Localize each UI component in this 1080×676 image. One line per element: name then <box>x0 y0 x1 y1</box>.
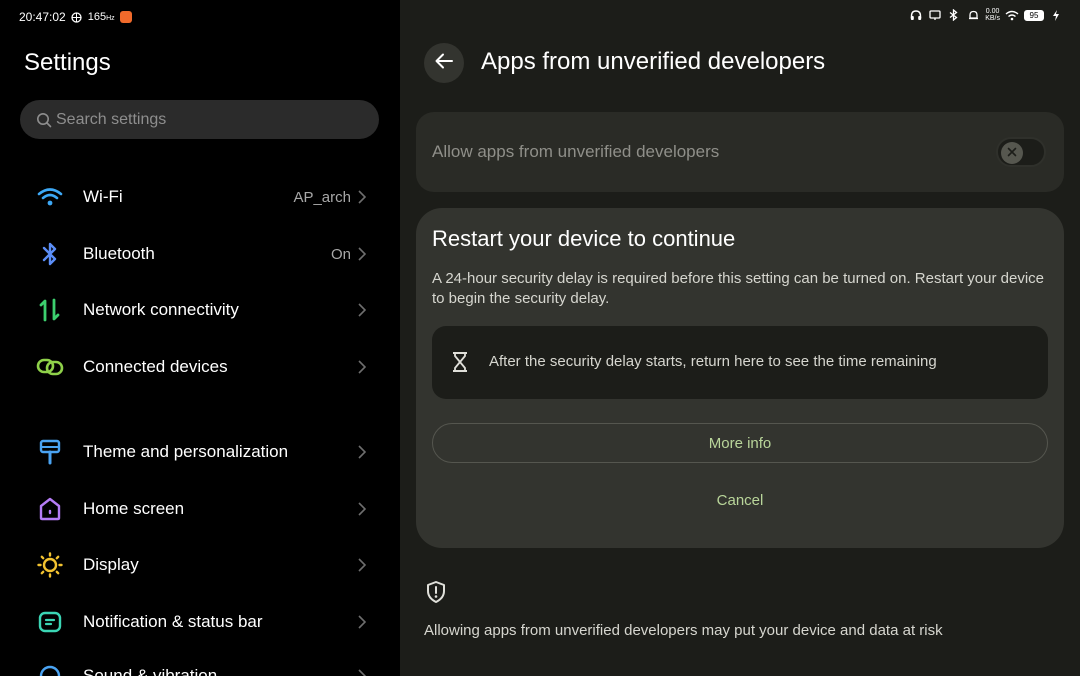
search-icon <box>36 112 52 128</box>
chevron-right-icon <box>358 360 368 374</box>
more-info-button[interactable]: More info <box>432 423 1048 463</box>
toggle-label: Allow apps from unverified developers <box>432 142 720 161</box>
sidebar-item-theme[interactable]: Theme and personalization <box>0 428 400 476</box>
sidebar-item-label: Bluetooth <box>83 244 155 263</box>
sidebar-item-label: Sound & vibration <box>83 666 218 676</box>
network-speed: 0.00 KB/s <box>985 8 1000 22</box>
risk-warning-text: Allowing apps from unverified developers… <box>424 622 943 639</box>
battery-indicator: 95 <box>1024 9 1044 21</box>
wifi-status-icon <box>1005 8 1019 22</box>
chevron-right-icon <box>358 247 368 261</box>
restart-dialog: Restart your device to continue A 24-hou… <box>416 208 1064 548</box>
hourglass-icon <box>450 351 470 373</box>
chevron-right-icon <box>358 558 368 572</box>
allow-unverified-setting[interactable]: Allow apps from unverified developers <box>416 112 1064 192</box>
clock: 20:47:02 <box>19 10 66 24</box>
sidebar-item-label: Wi-Fi <box>83 187 123 206</box>
sun-icon <box>36 551 64 579</box>
search-input[interactable]: Search settings <box>20 100 379 139</box>
detail-title: Apps from unverified developers <box>481 48 826 75</box>
chevron-right-icon <box>358 190 368 204</box>
detail-pane: 0.00 KB/s 95 Apps from unverified develop… <box>400 0 1080 676</box>
chevron-right-icon <box>358 615 368 629</box>
alarm-icon <box>966 8 980 22</box>
cancel-button[interactable]: Cancel <box>432 480 1048 520</box>
notification-app-icon <box>119 11 132 23</box>
sidebar-item-label: Display <box>83 555 139 574</box>
status-bar-right: 0.00 KB/s 95 <box>909 8 1063 22</box>
sidebar-item-sound[interactable]: Sound & vibration <box>0 652 400 676</box>
sidebar-item-label: Theme and personalization <box>83 442 289 461</box>
arrow-left-icon <box>435 53 453 74</box>
network-speed-unit: KB/s <box>985 15 1000 22</box>
notification-icon <box>36 608 64 636</box>
app-status-icon <box>71 11 83 23</box>
sidebar-item-bluetooth[interactable]: Bluetooth On <box>0 230 400 278</box>
bluetooth-status-icon <box>947 8 961 22</box>
refresh-rate-unit: Hz <box>106 15 115 22</box>
sidebar-item-connected-devices[interactable]: Connected devices <box>0 343 400 391</box>
sidebar-item-value: AP_arch <box>293 188 351 206</box>
charging-icon <box>1049 8 1063 22</box>
toggle-knob <box>1001 142 1023 164</box>
screen-cast-icon <box>928 8 942 22</box>
sidebar-item-label: Connected devices <box>83 357 228 376</box>
dialog-body: A 24-hour security delay is required bef… <box>432 270 1045 307</box>
chevron-right-icon <box>358 669 368 676</box>
bluetooth-icon <box>36 240 64 268</box>
network-speed-value: 0.00 <box>985 8 1000 15</box>
allow-unverified-toggle[interactable] <box>996 137 1046 167</box>
sidebar-item-label: Home screen <box>83 499 185 518</box>
shield-alert-icon <box>425 580 447 604</box>
sidebar-item-home-screen[interactable]: Home screen <box>0 485 400 533</box>
sidebar-item-label: Network connectivity <box>83 300 239 319</box>
back-button[interactable] <box>424 43 464 83</box>
home-icon <box>36 495 64 523</box>
wifi-icon <box>36 183 64 211</box>
chevron-right-icon <box>358 445 368 459</box>
page-title: Settings <box>24 49 111 76</box>
network-icon <box>36 296 64 324</box>
sidebar-item-display[interactable]: Display <box>0 541 400 589</box>
search-placeholder: Search settings <box>56 110 167 128</box>
headphones-icon <box>909 8 923 22</box>
status-bar-left: 20:47:02 165Hz <box>19 9 132 25</box>
chevron-right-icon <box>358 502 368 516</box>
info-box: After the security delay starts, return … <box>432 326 1048 399</box>
close-icon <box>1007 144 1017 162</box>
refresh-rate: 165Hz <box>88 11 115 23</box>
connected-devices-icon <box>36 353 64 381</box>
info-text: After the security delay starts, return … <box>489 353 937 370</box>
sidebar-item-wifi[interactable]: Wi-Fi AP_arch <box>0 173 400 221</box>
sidebar-item-value: On <box>330 245 351 263</box>
sidebar-item-network[interactable]: Network connectivity <box>0 286 400 334</box>
refresh-rate-value: 165 <box>87 11 107 23</box>
sidebar-item-label: Notification & status bar <box>83 612 263 631</box>
sidebar-item-notification[interactable]: Notification & status bar <box>0 598 400 646</box>
dialog-title: Restart your device to continue <box>432 226 736 251</box>
theme-brush-icon <box>36 438 64 466</box>
sound-icon <box>36 662 64 676</box>
chevron-right-icon <box>358 303 368 317</box>
settings-sidebar: 20:47:02 165Hz Settings Search settings … <box>0 0 400 676</box>
